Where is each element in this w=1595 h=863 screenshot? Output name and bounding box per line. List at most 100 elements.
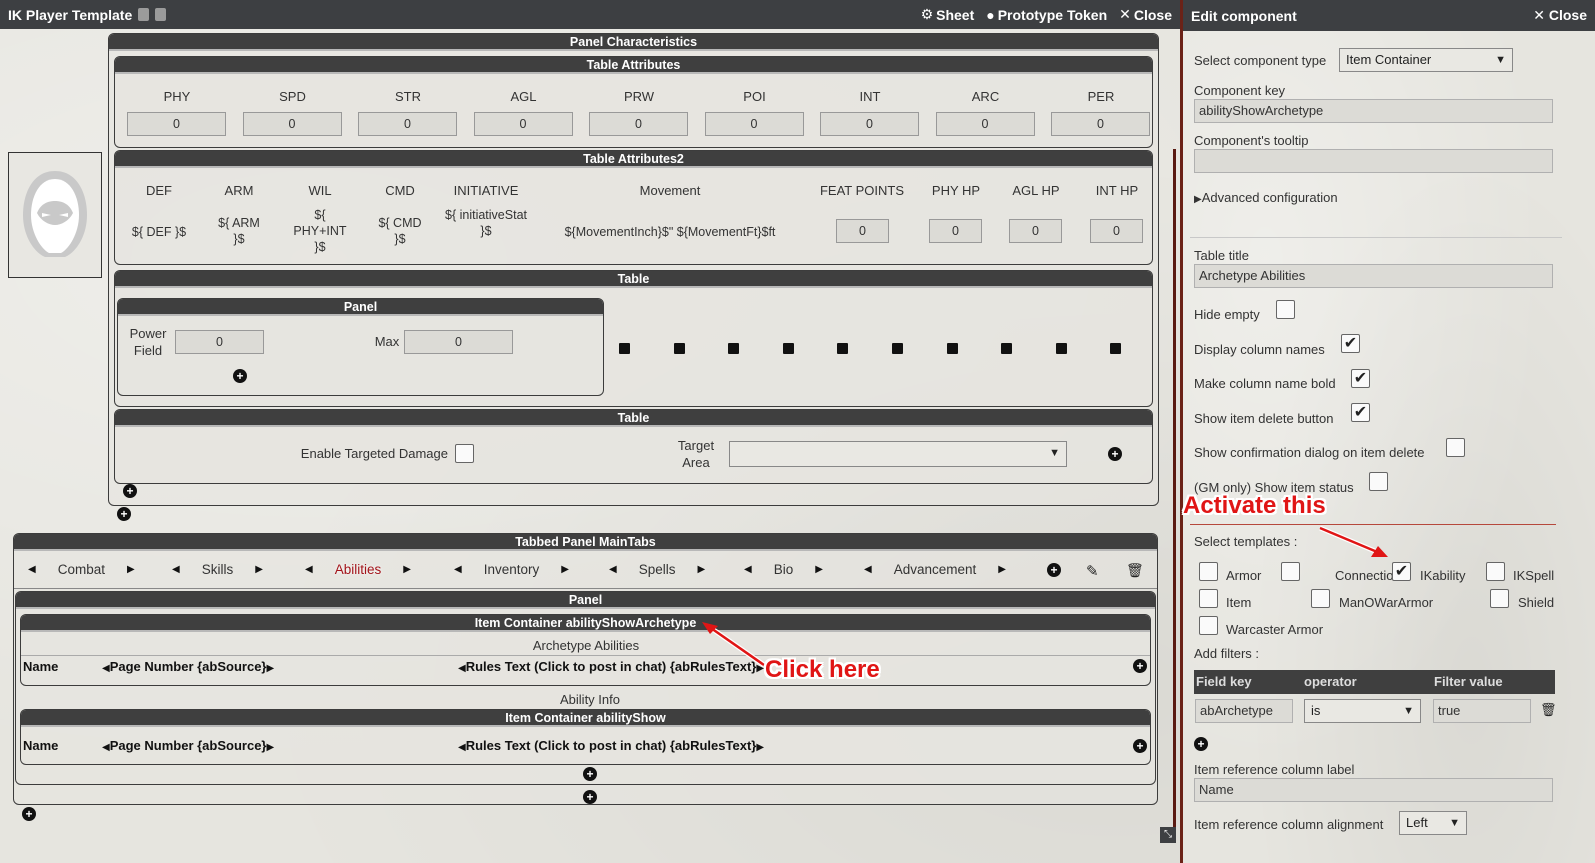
tab-abilities[interactable]: ◀ Abilities ▶ [305, 562, 411, 577]
sheet-button[interactable]: ⚙ Sheet [921, 6, 975, 23]
add-inner-panel-component-button[interactable]: + [233, 369, 247, 383]
caret-left-icon[interactable]: ◀ [458, 663, 466, 674]
agl-hp-input[interactable]: 0 [1009, 219, 1062, 243]
tab-bio[interactable]: ◀ Bio ▶ [744, 562, 823, 577]
caret-left-icon[interactable]: ◀ [458, 742, 466, 753]
prototype-token-button[interactable]: ● Prototype Token [986, 7, 1107, 23]
power-field-input[interactable]: 0 [175, 330, 264, 354]
move-tab-right-icon[interactable]: ▶ [697, 564, 705, 575]
close-editor-button[interactable]: ✕ Close [1533, 7, 1587, 24]
add-archetype-item-button[interactable]: + [1133, 659, 1147, 673]
attribute-input-agl[interactable]: 0 [473, 112, 573, 136]
display-column-names-checkbox[interactable]: ✔ [1341, 334, 1360, 353]
tab-skills[interactable]: ◀ Skills ▶ [172, 562, 263, 577]
template-checkbox-manowararmor[interactable] [1311, 589, 1330, 608]
avatar[interactable] [8, 152, 102, 278]
show-delete-button-checkbox[interactable]: ✔ [1351, 403, 1370, 422]
target-area-select[interactable]: ▼ [729, 441, 1067, 467]
add-filter-button[interactable]: + [1194, 737, 1208, 751]
power-pip[interactable] [782, 343, 794, 354]
move-tab-right-icon[interactable]: ▶ [255, 564, 263, 575]
filter-value-input[interactable]: true [1433, 699, 1531, 723]
move-tab-left-icon[interactable]: ◀ [172, 564, 180, 575]
caret-right-icon[interactable]: ▶ [266, 742, 274, 753]
notes-icon[interactable] [138, 8, 150, 21]
sheet-scrollbar[interactable] [1173, 149, 1176, 839]
tab-inventory[interactable]: ◀ Inventory ▶ [454, 562, 569, 577]
power-pip[interactable] [892, 343, 903, 354]
advanced-configuration-toggle[interactable]: ▶Advanced configuration [1194, 190, 1338, 205]
template-checkbox-ikspell[interactable] [1486, 562, 1505, 581]
move-tab-right-icon[interactable]: ▶ [561, 564, 569, 575]
tab-advancement[interactable]: ◀ Advancement ▶ [864, 562, 1006, 577]
power-pip[interactable] [673, 343, 685, 354]
filter-field-key-input[interactable]: abArchetype [1195, 699, 1293, 723]
gm-item-status-checkbox[interactable] [1369, 472, 1388, 491]
caret-right-icon[interactable]: ▶ [756, 742, 764, 753]
template-checkbox-warcaster-armor[interactable] [1199, 616, 1218, 635]
move-tab-left-icon[interactable]: ◀ [864, 564, 872, 575]
caret-right-icon[interactable]: ▶ [266, 663, 274, 674]
move-tab-right-icon[interactable]: ▶ [403, 564, 411, 575]
hide-empty-checkbox[interactable] [1276, 300, 1295, 319]
power-pip[interactable] [1001, 343, 1013, 354]
add-table-component-button[interactable]: + [1108, 447, 1122, 461]
template-checkbox-item[interactable] [1199, 589, 1218, 608]
edit-icon[interactable]: ✎ [1086, 562, 1099, 580]
move-tab-right-icon[interactable]: ▶ [998, 564, 1006, 575]
move-tab-right-icon[interactable]: ▶ [127, 564, 135, 575]
template-checkbox-shield[interactable] [1490, 589, 1509, 608]
move-tab-left-icon[interactable]: ◀ [305, 564, 313, 575]
tab-combat[interactable]: ◀ Combat ▶ [28, 562, 135, 577]
enable-targeted-damage-checkbox[interactable] [455, 444, 474, 463]
move-tab-left-icon[interactable]: ◀ [28, 564, 36, 575]
add-sheet-component-button[interactable]: + [117, 507, 131, 521]
filter-operator-select[interactable]: is ▼ [1304, 699, 1421, 723]
attribute-input-int[interactable]: 0 [820, 112, 919, 136]
attribute-input-poi[interactable]: 0 [704, 112, 804, 136]
trash-icon[interactable]: 🗑 [1126, 562, 1144, 579]
add-abilityshow-item-button[interactable]: + [1133, 739, 1147, 753]
power-pip[interactable] [946, 343, 958, 354]
confirm-delete-checkbox[interactable] [1446, 438, 1465, 457]
int-hp-input[interactable]: 0 [1090, 219, 1143, 243]
table-title-input[interactable]: Archetype Abilities [1194, 264, 1553, 288]
delete-filter-trash-icon[interactable]: 🗑 [1540, 702, 1557, 718]
template-checkbox-connection[interactable] [1281, 562, 1300, 581]
bold-column-name-checkbox[interactable]: ✔ [1351, 369, 1370, 388]
attribute-input-str[interactable]: 0 [358, 112, 457, 136]
power-pip[interactable] [728, 343, 740, 354]
feat-points-input[interactable]: 0 [836, 219, 889, 243]
add-root-component-button[interactable]: + [22, 807, 36, 821]
attribute-input-arc[interactable]: 0 [935, 112, 1035, 136]
attribute-input-phy[interactable]: 0 [127, 112, 226, 136]
max-input[interactable]: 0 [404, 330, 513, 354]
template-checkbox-armor[interactable] [1199, 562, 1218, 581]
phy-hp-input[interactable]: 0 [929, 219, 982, 243]
power-pip[interactable] [619, 343, 630, 354]
resize-handle-icon[interactable]: ⤡ [1160, 827, 1176, 843]
item-ref-alignment-select[interactable]: Left ▼ [1399, 811, 1467, 835]
component-type-select[interactable]: Item Container ▼ [1339, 48, 1513, 72]
tab-spells[interactable]: ◀ Spells ▶ [609, 562, 705, 577]
move-tab-left-icon[interactable]: ◀ [609, 564, 617, 575]
tooltip-input[interactable] [1194, 149, 1553, 173]
move-tab-left-icon[interactable]: ◀ [744, 564, 752, 575]
add-abilities-panel-component-button[interactable]: + [583, 767, 597, 781]
move-tab-left-icon[interactable]: ◀ [454, 564, 462, 575]
power-pip[interactable] [1110, 343, 1122, 354]
item-ref-col-label-input[interactable]: Name [1194, 778, 1553, 802]
template-checkbox-ikability[interactable]: ✔ [1392, 562, 1411, 581]
caret-left-icon[interactable]: ◀ [102, 663, 110, 674]
add-tab-button[interactable]: + [1047, 563, 1061, 577]
add-tab-content-button[interactable]: + [583, 790, 597, 804]
attribute-input-prw[interactable]: 0 [589, 112, 688, 136]
caret-left-icon[interactable]: ◀ [102, 742, 110, 753]
close-window-button[interactable]: ✕ Close [1119, 6, 1172, 23]
component-key-input[interactable]: abilityShowArchetype [1194, 99, 1553, 123]
add-characteristics-component-button[interactable]: + [123, 484, 137, 498]
document-icon[interactable] [155, 8, 167, 21]
attribute-input-spd[interactable]: 0 [242, 112, 342, 136]
power-pip[interactable] [1055, 343, 1067, 354]
power-pip[interactable] [837, 343, 849, 354]
